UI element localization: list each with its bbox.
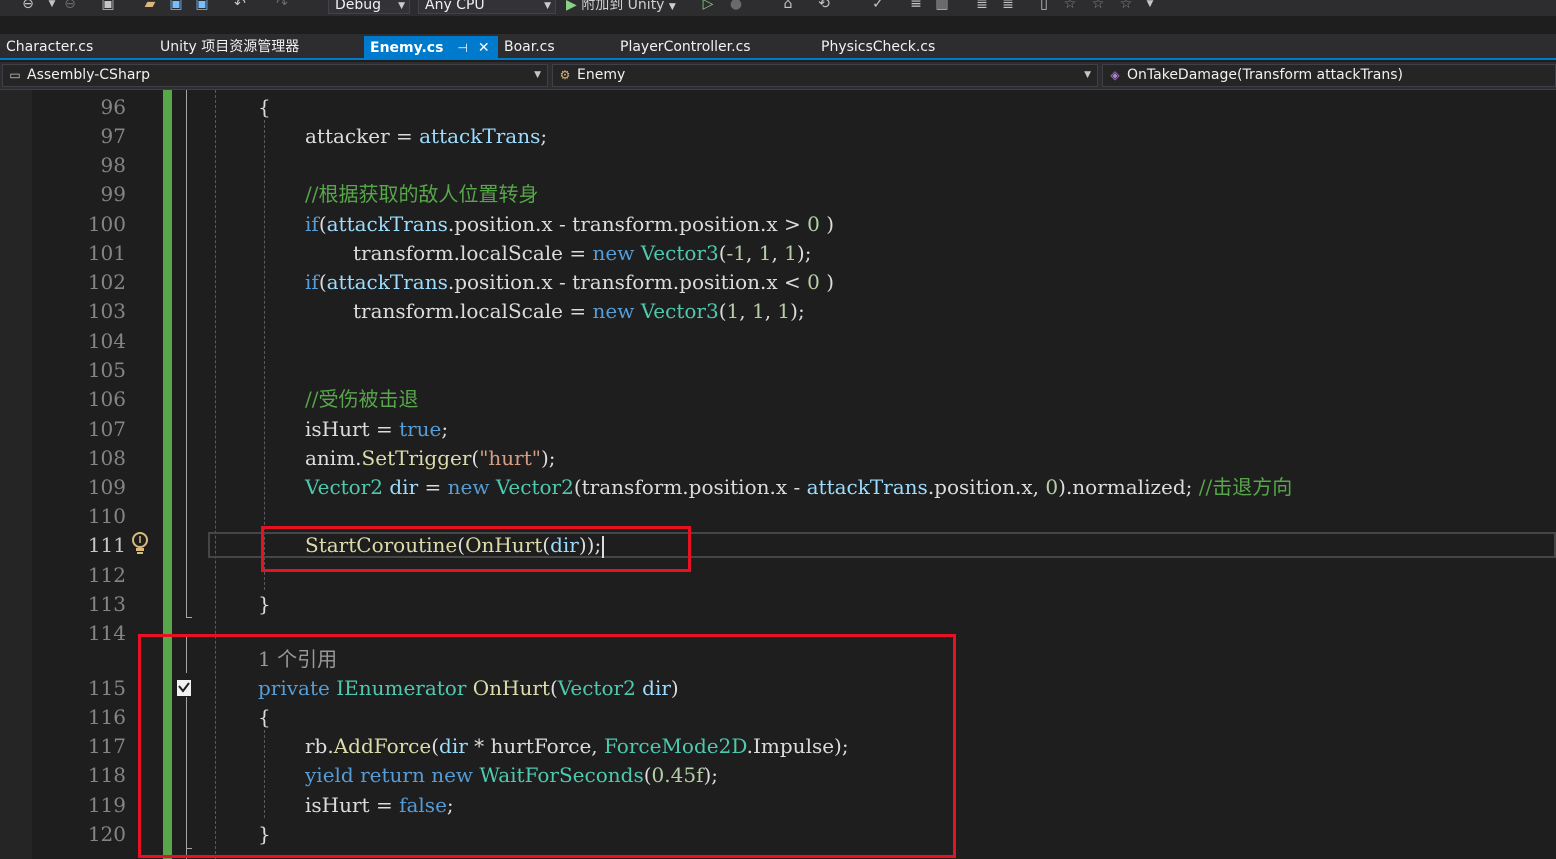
platform-select[interactable]: Any CPU ▼	[418, 0, 556, 14]
line-number: 99	[100, 182, 126, 206]
open-folder-icon[interactable]: ▰	[142, 0, 158, 12]
member-dropdown[interactable]: ◈ OnTakeDamage(Transform attackTrans)	[1102, 64, 1556, 87]
comment-icon[interactable]: ≣	[974, 0, 990, 12]
spellcheck-icon[interactable]: ✓	[870, 0, 886, 12]
bookmark-clear-icon[interactable]: ☆	[1118, 0, 1134, 12]
tab-physicscheck-cs[interactable]: PhysicsCheck.cs	[815, 34, 941, 60]
editor-margin	[0, 90, 32, 859]
chevron-down-icon: ▼	[544, 1, 551, 11]
code-line-106-comment: //受伤被击退	[305, 387, 419, 411]
tab-enemy-cs[interactable]: Enemy.cs ⊣ ✕	[364, 36, 498, 60]
chevron-down-icon[interactable]: ▼	[1142, 0, 1158, 12]
line-number: 108	[87, 446, 126, 470]
chevron-down-icon: ▼	[534, 70, 541, 80]
line-number: 113	[87, 592, 126, 616]
line-number: 110	[87, 504, 126, 528]
line-number: 109	[87, 475, 126, 499]
bookmark-prev-icon[interactable]: ☆	[1062, 0, 1078, 12]
main-toolbar: ⊖ ▼ ⊖ ▣ ▰ ▣ ▣ ↶ ↷ Debug ▼ Any CPU ▼ ▶ 附加到 …	[0, 0, 1556, 16]
chevron-down-icon: ▼	[1084, 70, 1091, 80]
new-project-icon[interactable]: ▣	[100, 0, 116, 12]
project-icon: ▭	[9, 68, 21, 82]
line-number: 97	[100, 124, 126, 148]
lightbulb-icon[interactable]	[129, 531, 151, 557]
indent-guide	[264, 120, 265, 590]
start-without-debug-icon[interactable]: ▷	[700, 0, 716, 12]
line-number: 118	[87, 763, 126, 787]
redo-icon[interactable]: ↷	[274, 0, 290, 12]
line-number: 103	[87, 299, 126, 323]
line-number: 98	[100, 153, 126, 177]
code-line-102: if(attackTrans.position.x - transform.po…	[305, 270, 835, 294]
code-editor[interactable]: 96 97 98 99 100 101 102 103 104 105 106 …	[0, 90, 1556, 859]
code-line-99-comment: //根据获取的敌人位置转身	[305, 182, 539, 206]
code-line-107: isHurt = true;	[305, 417, 449, 441]
line-number-current: 111	[87, 533, 126, 557]
code-line-96: {	[258, 95, 271, 119]
code-line-108: anim.SetTrigger("hurt");	[305, 446, 556, 470]
bookmark-icon[interactable]: ▯	[1036, 0, 1052, 12]
back-icon[interactable]: ⊖	[20, 0, 36, 12]
line-number: 105	[87, 358, 126, 382]
class-dropdown[interactable]: ⚙ Enemy ▼	[552, 64, 1098, 87]
line-number: 117	[87, 734, 126, 758]
save-all-icon[interactable]: ▣	[194, 0, 210, 12]
method-icon: ◈	[1110, 68, 1120, 82]
outline-line	[186, 90, 187, 618]
tab-character-cs[interactable]: Character.cs	[0, 34, 99, 60]
save-icon[interactable]: ▣	[168, 0, 184, 12]
line-number: 104	[87, 329, 126, 353]
line-number: 107	[87, 417, 126, 441]
line-number: 101	[87, 241, 126, 265]
line-number: 114	[87, 621, 126, 645]
highlight-box-startcoroutine	[261, 526, 691, 572]
line-number: 102	[87, 270, 126, 294]
hot-reload-icon[interactable]: ⟲	[816, 0, 832, 12]
configuration-select[interactable]: Debug ▼	[328, 0, 410, 14]
bookmark-next-icon[interactable]: ☆	[1090, 0, 1106, 12]
uncomment-icon[interactable]: ≣	[1000, 0, 1016, 12]
undo-icon[interactable]: ↶	[232, 0, 248, 12]
pin-icon[interactable]: ⊣	[457, 41, 467, 55]
format-icon[interactable]: ≡	[908, 0, 924, 12]
code-line-101: transform.localScale = new Vector3(-1, 1…	[353, 241, 812, 265]
tab-unity-project-explorer[interactable]: Unity 项目资源管理器	[154, 34, 305, 60]
chevron-down-icon: ▼	[668, 2, 676, 12]
forward-icon[interactable]: ⊖	[62, 0, 78, 12]
line-number: 119	[87, 793, 126, 817]
tab-playercontroller-cs[interactable]: PlayerController.cs	[614, 34, 757, 60]
attach-unity-button[interactable]: ▶ 附加到 Unity ▼	[566, 0, 676, 14]
line-number: 96	[100, 95, 126, 119]
code-line-103: transform.localScale = new Vector3(1, 1,…	[353, 299, 805, 323]
play-icon: ▶	[566, 0, 577, 13]
line-number: 116	[87, 705, 126, 729]
code-line-100: if(attackTrans.position.x - transform.po…	[305, 212, 835, 236]
chevron-down-icon: ▼	[398, 1, 405, 11]
layout-icon[interactable]: ▥	[934, 0, 950, 12]
document-tabs: Character.cs Unity 项目资源管理器 Enemy.cs ⊣ ✕ Bo…	[0, 34, 1556, 60]
close-icon[interactable]: ✕	[478, 40, 490, 56]
tab-boar-cs[interactable]: Boar.cs	[498, 34, 561, 60]
line-number: 112	[87, 563, 126, 587]
line-number: 115	[87, 676, 126, 700]
code-line-113: }	[258, 592, 271, 616]
chevron-down-icon[interactable]: ▼	[44, 0, 60, 12]
highlight-box-onhurt-method	[138, 634, 956, 858]
class-icon: ⚙	[559, 68, 571, 82]
browser-link-icon[interactable]: ⌂	[780, 0, 796, 12]
code-line-109: Vector2 dir = new Vector2(transform.posi…	[305, 475, 1293, 499]
line-number: 120	[87, 822, 126, 846]
project-dropdown[interactable]: ▭ Assembly-CSharp ▼	[2, 64, 548, 87]
debug-target-icon[interactable]: ●	[728, 0, 744, 12]
tab-underline	[0, 58, 1556, 60]
navigation-bar: ▭ Assembly-CSharp ▼ ⚙ Enemy ▼ ◈ OnTakeDamage(…	[0, 62, 1556, 90]
code-line-97: attacker = attackTrans;	[305, 124, 548, 148]
outline-end	[186, 617, 192, 618]
line-number: 106	[87, 387, 126, 411]
line-number: 100	[87, 212, 126, 236]
